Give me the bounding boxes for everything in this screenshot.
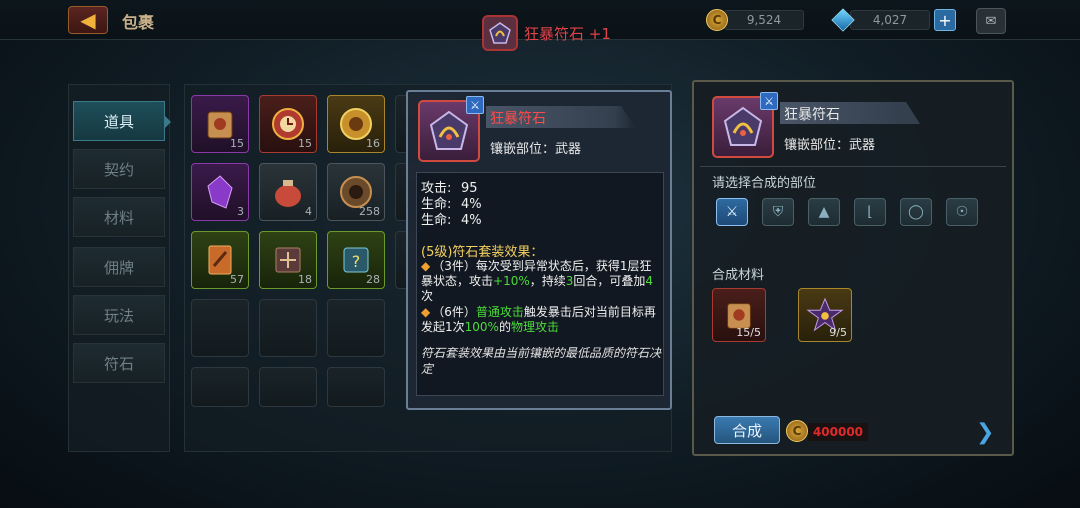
weapon-badge-icon: ⚔ <box>466 96 484 114</box>
boots-icon: ⌊ <box>867 204 873 220</box>
back-button[interactable]: ◀ <box>68 6 108 34</box>
inventory-slot[interactable]: 16 <box>327 95 385 153</box>
craft-button[interactable]: 合成 <box>714 416 780 444</box>
synthesis-item-name: 狂暴符石 <box>784 107 840 123</box>
divider <box>700 166 1006 167</box>
inventory-slot[interactable]: 15 <box>259 95 317 153</box>
craft-cost: 400000 <box>808 423 868 441</box>
part-helmet-button[interactable]: ▲ <box>808 198 840 226</box>
center-title-text: 狂暴符石 +1 <box>524 24 611 43</box>
item-tooltip: ⚔ 狂暴符石 镶嵌部位：武器 攻击: 95 生命: 4% 生命: 4% (5级)符石套… <box>406 90 672 410</box>
diamond-bullet-icon: ◆ <box>421 305 431 319</box>
tab-runes[interactable]: 符石 <box>73 343 165 383</box>
set-bonus-title: (5级)符石套装效果： <box>421 245 544 260</box>
inventory-slot[interactable]: ? 28 <box>327 231 385 289</box>
part-armor-button[interactable]: ⛨ <box>762 198 794 226</box>
material-slot[interactable]: 15/5 <box>712 288 766 342</box>
sword-icon: ⚔ <box>725 204 739 220</box>
inventory-slot-empty[interactable] <box>259 367 317 407</box>
rune-icon <box>482 15 518 51</box>
inventory-slot-empty[interactable] <box>191 299 249 357</box>
stat-list: 攻击: 95 生命: 4% 生命: 4% <box>421 181 482 229</box>
stat-row: 攻击: 95 <box>421 181 478 196</box>
gold-coin-icon: C <box>786 420 808 442</box>
inventory-slot[interactable]: 15 <box>191 95 249 153</box>
page-title: 包裹 <box>122 13 155 32</box>
material-slot[interactable]: 9/5 <box>798 288 852 342</box>
add-gems-button[interactable]: + <box>934 9 956 31</box>
gem-amount: 4,027 <box>850 10 930 30</box>
part-amulet-button[interactable]: ☉ <box>946 198 978 226</box>
inventory-slot-empty[interactable] <box>191 367 249 407</box>
svg-text:?: ? <box>352 252 361 271</box>
weapon-badge-icon: ⚔ <box>760 92 778 110</box>
helmet-icon: ▲ <box>818 204 830 220</box>
chat-icon: ✉ <box>985 13 997 29</box>
chat-button[interactable]: ✉ <box>976 8 1006 34</box>
rune-icon: ⚔ <box>712 92 778 158</box>
armor-icon: ⛨ <box>772 204 784 220</box>
gem-counter: 4,027 + <box>831 8 956 32</box>
choose-part-label: 请选择合成的部位 <box>712 176 817 191</box>
synthesis-panel: ⚔ 狂暴符石 镶嵌部位：武器 请选择合成的部位 ⚔ ⛨ ▲ ⌊ ◯ ☉ 合成材料… <box>692 80 1014 456</box>
pouch-icon <box>275 180 301 207</box>
set-bonus-6: ◆ （6件）普通攻击触发暴击后对当前目标再发起1次100%的物理攻击 <box>421 305 656 334</box>
tab-mercenary-cards[interactable]: 佣牌 <box>73 247 165 287</box>
synthesis-slot-text: 镶嵌部位：武器 <box>784 138 876 153</box>
inventory-slot[interactable]: 57 <box>191 231 249 289</box>
gold-amount: 9,524 <box>724 10 804 30</box>
stat-row: 生命: 4% <box>421 213 482 228</box>
materials-label: 合成材料 <box>712 268 765 283</box>
inventory-slot-empty[interactable] <box>327 367 385 407</box>
center-title: 狂暴符石 +1 <box>482 14 611 52</box>
tooltip-body: 攻击: 95 生命: 4% 生命: 4% (5级)符石套装效果： ◆ （3件）每次受到异… <box>416 172 664 396</box>
tooltip-slot-text: 镶嵌部位：武器 <box>490 142 582 157</box>
part-weapon-button[interactable]: ⚔ <box>716 198 748 226</box>
gold-counter: C 9,524 <box>706 9 804 31</box>
inventory-slot-empty[interactable] <box>259 299 317 357</box>
ring-icon: ◯ <box>908 204 924 220</box>
tab-materials[interactable]: 材料 <box>73 197 165 237</box>
active-tab-arrow-icon <box>164 115 171 129</box>
inventory-slot[interactable]: 258 <box>327 163 385 221</box>
inventory-slot-empty[interactable] <box>327 299 385 357</box>
diamond-bullet-icon: ◆ <box>421 259 431 273</box>
inventory-slot[interactable]: 18 <box>259 231 317 289</box>
gold-coin-icon: C <box>706 9 728 31</box>
tab-items[interactable]: 道具 <box>73 101 171 141</box>
tab-gameplay[interactable]: 玩法 <box>73 295 165 335</box>
inventory-slot[interactable]: 3 <box>191 163 249 221</box>
part-ring-button[interactable]: ◯ <box>900 198 932 226</box>
amulet-icon: ☉ <box>955 204 969 220</box>
stat-row: 生命: 4% <box>421 197 482 212</box>
rune-icon: ⚔ <box>418 96 484 162</box>
back-arrow-icon: ◀ <box>80 8 96 32</box>
next-arrow-icon[interactable]: ❯ <box>976 420 994 445</box>
part-boots-button[interactable]: ⌊ <box>854 198 886 226</box>
inventory-slot[interactable]: 4 <box>259 163 317 221</box>
purple-crystal-icon <box>207 175 233 209</box>
set-bonus-note: 符石套装效果由当前镶嵌的最低品质的符石决定 <box>421 346 662 376</box>
set-bonus-3: ◆ （3件）每次受到异常状态后，获得1层狂暴状态，攻击+10%，持续3回合，可叠加… <box>421 259 654 303</box>
tooltip-item-name: 狂暴符石 <box>490 111 546 127</box>
category-tabs: 道具 契约 材料 佣牌 玩法 符石 <box>68 84 171 452</box>
tab-contracts[interactable]: 契约 <box>73 149 165 189</box>
